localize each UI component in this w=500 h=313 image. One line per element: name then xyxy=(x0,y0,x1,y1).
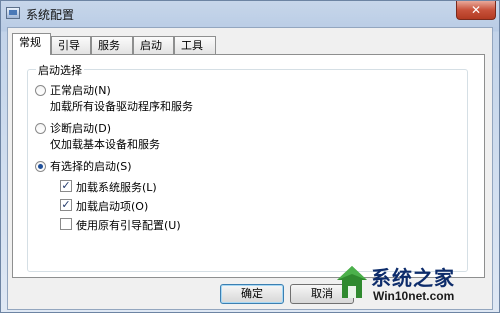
site-watermark: 系统之家 Win10net.com xyxy=(335,262,495,310)
selective-startup-radio[interactable] xyxy=(35,161,46,172)
tab-general[interactable]: 常规 xyxy=(12,33,51,55)
general-tab-panel: 启动选择 正常启动(N) 加载所有设备驱动程序和服务 诊断启动(D) 仅加载基本… xyxy=(12,54,485,278)
normal-startup-radio[interactable] xyxy=(35,85,46,96)
diagnostic-startup-radio[interactable] xyxy=(35,123,46,134)
house-logo-icon xyxy=(337,266,367,298)
tab-startup[interactable]: 启动 xyxy=(133,36,174,54)
load-startup-items-checkbox[interactable]: ✓ xyxy=(60,199,72,211)
close-button[interactable]: ✕ xyxy=(456,1,496,20)
use-original-boot-config-checkbox[interactable] xyxy=(60,218,72,230)
selective-startup-label[interactable]: 有选择的启动(S) xyxy=(50,158,132,174)
load-startup-items-label[interactable]: 加载启动项(O) xyxy=(76,198,148,214)
diagnostic-startup-label[interactable]: 诊断启动(D) xyxy=(50,120,111,136)
startup-selection-group: 启动选择 正常启动(N) 加载所有设备驱动程序和服务 诊断启动(D) 仅加载基本… xyxy=(27,62,468,272)
ok-button[interactable]: 确定 xyxy=(220,284,284,304)
tab-services[interactable]: 服务 xyxy=(91,36,133,54)
normal-startup-label[interactable]: 正常启动(N) xyxy=(50,82,111,98)
diagnostic-startup-desc: 仅加载基本设备和服务 xyxy=(50,138,160,151)
group-title: 启动选择 xyxy=(36,62,84,78)
watermark-site: Win10net.com xyxy=(373,289,455,303)
watermark-name: 系统之家 xyxy=(371,266,455,290)
normal-startup-desc: 加载所有设备驱动程序和服务 xyxy=(50,100,193,113)
tab-boot[interactable]: 引导 xyxy=(51,36,91,54)
load-system-services-label[interactable]: 加载系统服务(L) xyxy=(76,179,157,195)
use-original-boot-config-label[interactable]: 使用原有引导配置(U) xyxy=(76,217,181,233)
tab-tools[interactable]: 工具 xyxy=(174,36,216,54)
app-window-icon xyxy=(6,7,20,19)
window-title: 系统配置 xyxy=(26,8,75,22)
title-bar[interactable]: 系统配置 ✕ xyxy=(1,1,500,27)
load-system-services-checkbox[interactable]: ✓ xyxy=(60,180,72,192)
